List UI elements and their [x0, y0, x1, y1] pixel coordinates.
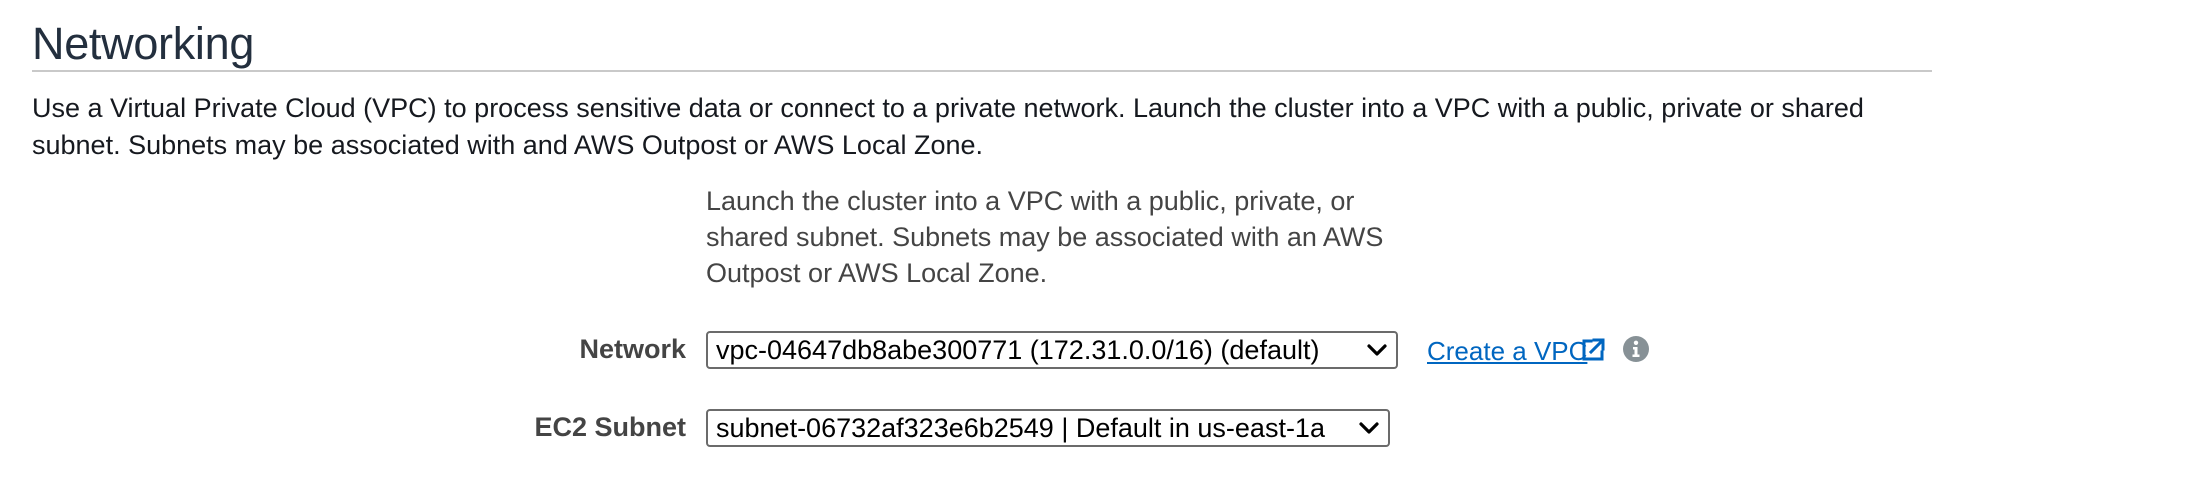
chevron-down-icon [1367, 344, 1387, 356]
network-label: Network [579, 334, 686, 364]
section-description: Use a Virtual Private Cloud (VPC) to pro… [32, 93, 1864, 160]
section-divider [32, 70, 1932, 72]
network-help-text: Launch the cluster into a VPC with a pub… [706, 186, 1384, 288]
subnet-select[interactable]: subnet-06732af323e6b2549 | Default in us… [706, 409, 1390, 447]
subnet-select-value: subnet-06732af323e6b2549 | Default in us… [716, 413, 1325, 443]
section-title: Networking [32, 18, 255, 69]
info-icon[interactable] [1622, 335, 1650, 363]
network-select[interactable]: vpc-04647db8abe300771 (172.31.0.0/16) (d… [706, 331, 1398, 369]
network-select-value: vpc-04647db8abe300771 (172.31.0.0/16) (d… [716, 335, 1320, 365]
subnet-label: EC2 Subnet [534, 412, 686, 442]
create-vpc-link[interactable]: Create a VPC [1427, 333, 1587, 369]
external-link-icon[interactable] [1580, 337, 1606, 363]
chevron-down-icon [1359, 422, 1379, 434]
